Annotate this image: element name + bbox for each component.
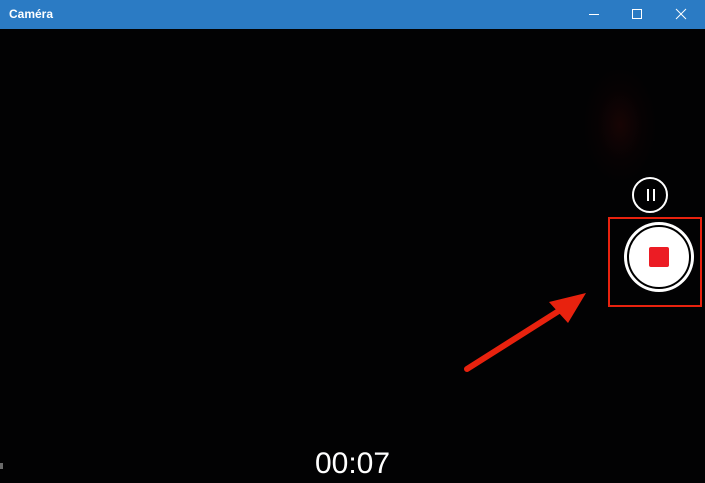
close-button[interactable] (660, 0, 702, 29)
pause-button[interactable] (632, 177, 668, 213)
maximize-button[interactable] (616, 0, 658, 29)
edge-mark (0, 463, 3, 469)
highlight-box (608, 217, 702, 307)
minimize-icon (589, 14, 599, 15)
camera-window: Caméra 00:07 (0, 0, 705, 483)
recording-timer: 00:07 (314, 447, 391, 480)
preview-light (585, 70, 655, 180)
title-bar[interactable]: Caméra (0, 0, 705, 29)
window-title: Caméra (9, 7, 54, 21)
minimize-button[interactable] (573, 0, 615, 29)
close-icon (675, 8, 687, 20)
maximize-icon (632, 9, 642, 19)
